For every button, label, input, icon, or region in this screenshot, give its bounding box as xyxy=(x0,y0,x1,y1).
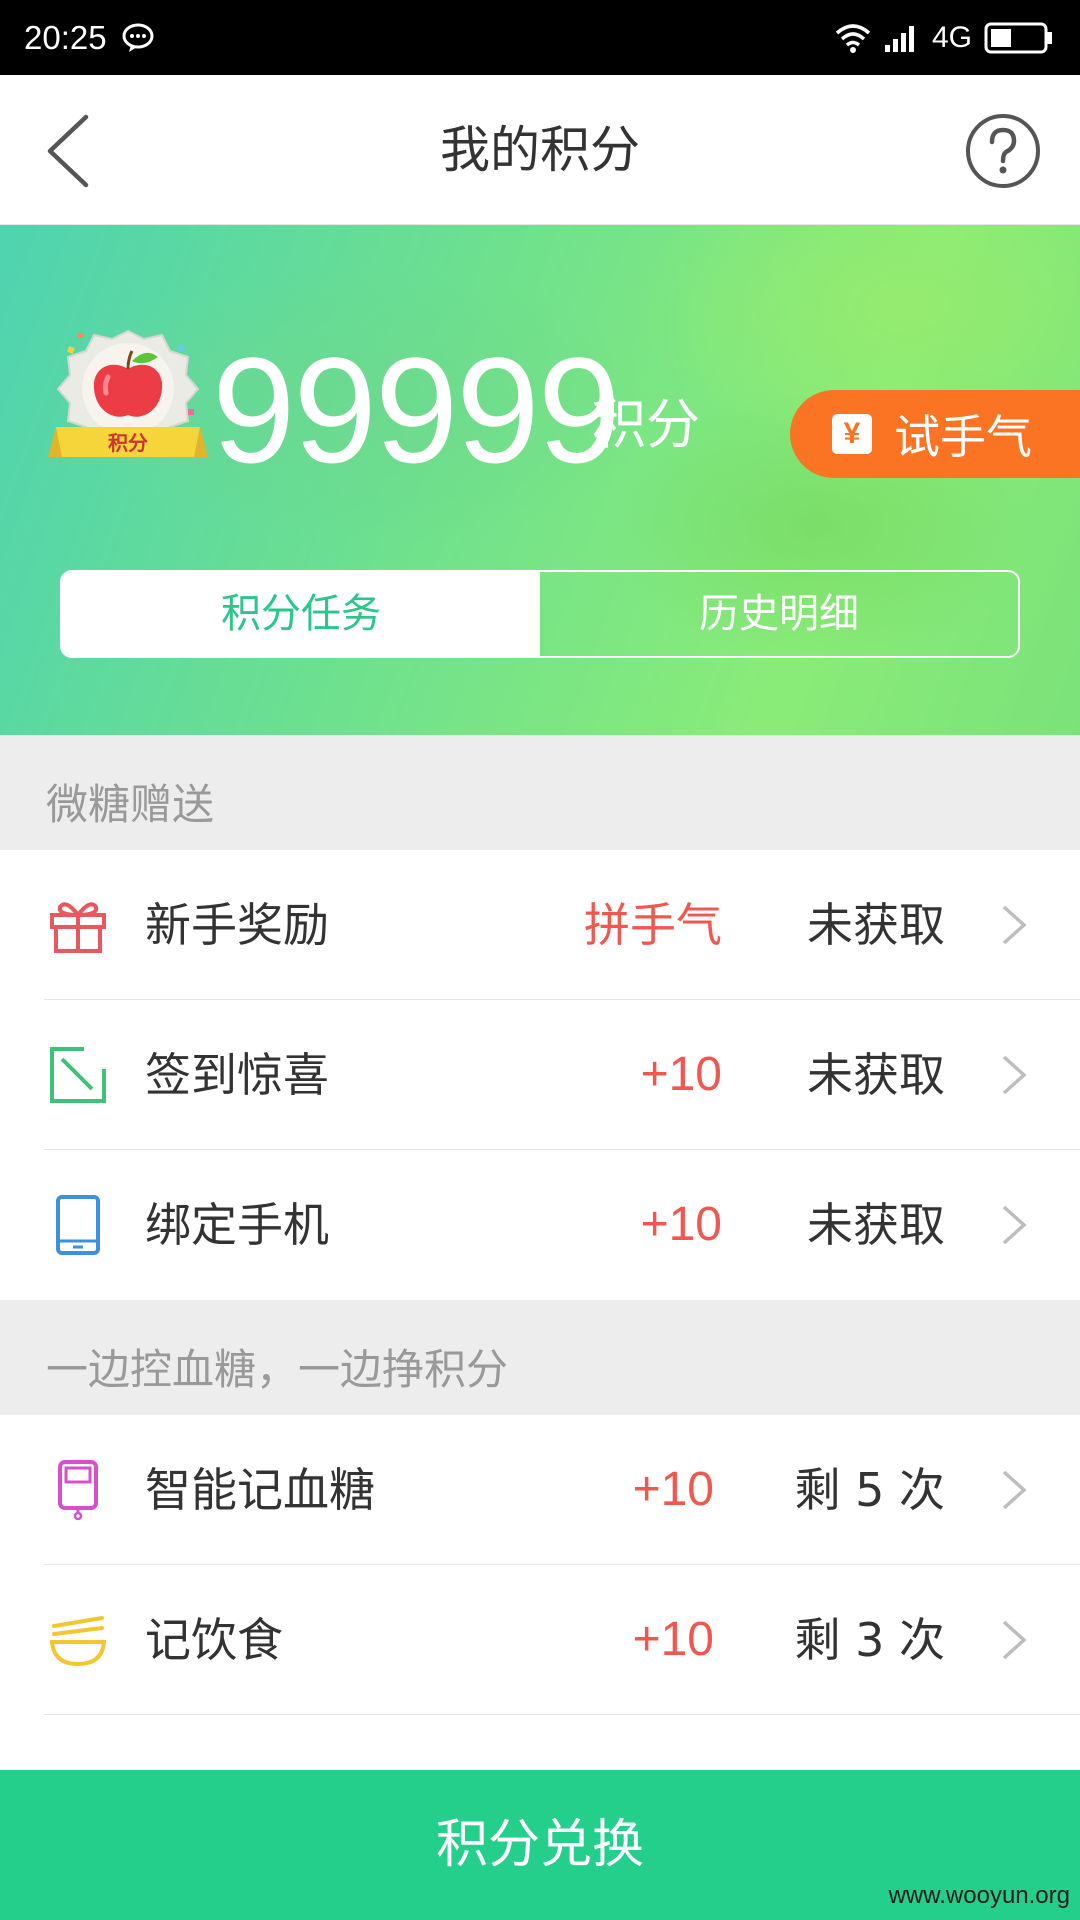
task-label: 签到惊喜 xyxy=(145,1048,329,1102)
task-row-checkin[interactable]: 签到惊喜 +10 未获取 xyxy=(0,1000,1080,1150)
task-points: +10 xyxy=(640,1048,722,1101)
task-row-glucose[interactable]: 智能记血糖 +10 剩 5 次 xyxy=(0,1415,1080,1565)
section-header-earn: 一边控血糖，一边挣积分 xyxy=(0,1300,1080,1415)
network-type: 4G xyxy=(931,20,972,54)
points-value: 99999 xyxy=(212,326,621,494)
wifi-icon xyxy=(835,23,871,53)
task-points: +10 xyxy=(632,1463,714,1516)
badge-text: 积分 xyxy=(108,431,148,455)
task-row-bind-phone[interactable]: 绑定手机 +10 未获取 xyxy=(0,1150,1080,1300)
tab-points-tasks[interactable]: 积分任务 xyxy=(62,572,540,656)
status-time: 20:25 xyxy=(24,18,107,56)
yen-icon: ¥ xyxy=(832,414,872,454)
food-bowl-icon xyxy=(49,1616,107,1667)
phone-icon xyxy=(56,1195,100,1255)
glucose-meter-icon xyxy=(58,1460,98,1520)
task-status: 未获取 xyxy=(807,1048,945,1102)
nav-bar: 我的积分 xyxy=(0,75,1080,225)
apple-badge-icon: 积分 xyxy=(48,329,208,457)
try-luck-button[interactable]: ¥ 试手气 xyxy=(790,390,1080,478)
points-unit: 积分 xyxy=(592,393,700,456)
task-row-diet[interactable]: 记饮食 +10 剩 3 次 xyxy=(0,1565,1080,1715)
task-status: 剩 3 次 xyxy=(794,1613,945,1667)
chevron-right-icon xyxy=(1002,1205,1027,1245)
task-label: 新手奖励 xyxy=(145,898,329,952)
chevron-right-icon xyxy=(1002,1470,1027,1510)
battery-icon xyxy=(984,22,1052,53)
tab-history[interactable]: 历史明细 xyxy=(540,572,1018,656)
task-points: 拼手气 xyxy=(584,898,722,952)
page-title: 我的积分 xyxy=(440,121,640,179)
task-points: +10 xyxy=(640,1198,722,1251)
task-status: 未获取 xyxy=(807,898,945,952)
task-label: 记饮食 xyxy=(145,1613,283,1667)
task-label: 智能记血糖 xyxy=(145,1463,375,1517)
chevron-right-icon xyxy=(1002,1620,1027,1660)
task-points: +10 xyxy=(632,1613,714,1666)
watermark: www.wooyun.org xyxy=(888,1882,1070,1909)
chevron-right-icon xyxy=(1002,905,1027,945)
signal-icon xyxy=(884,25,914,52)
task-status: 剩 5 次 xyxy=(794,1463,945,1517)
help-icon[interactable] xyxy=(964,112,1042,190)
points-hero: 积分 99999 积分 ¥ 试手气 积分任务 历史明细 xyxy=(0,225,1080,735)
chevron-right-icon xyxy=(1002,1055,1027,1095)
task-label: 绑定手机 xyxy=(145,1198,329,1252)
task-status: 未获取 xyxy=(807,1198,945,1252)
status-bar: 20:25 4G xyxy=(0,0,1080,75)
section-header-gifts: 微糖赠送 xyxy=(0,735,1080,850)
checkin-icon xyxy=(50,1047,106,1103)
try-luck-label: 试手气 xyxy=(894,410,1032,464)
points-tabs: 积分任务 历史明细 xyxy=(60,570,1020,658)
gift-icon xyxy=(50,902,106,953)
task-row-newbie-reward[interactable]: 新手奖励 拼手气 未获取 xyxy=(0,850,1080,1000)
chat-icon xyxy=(122,23,154,52)
